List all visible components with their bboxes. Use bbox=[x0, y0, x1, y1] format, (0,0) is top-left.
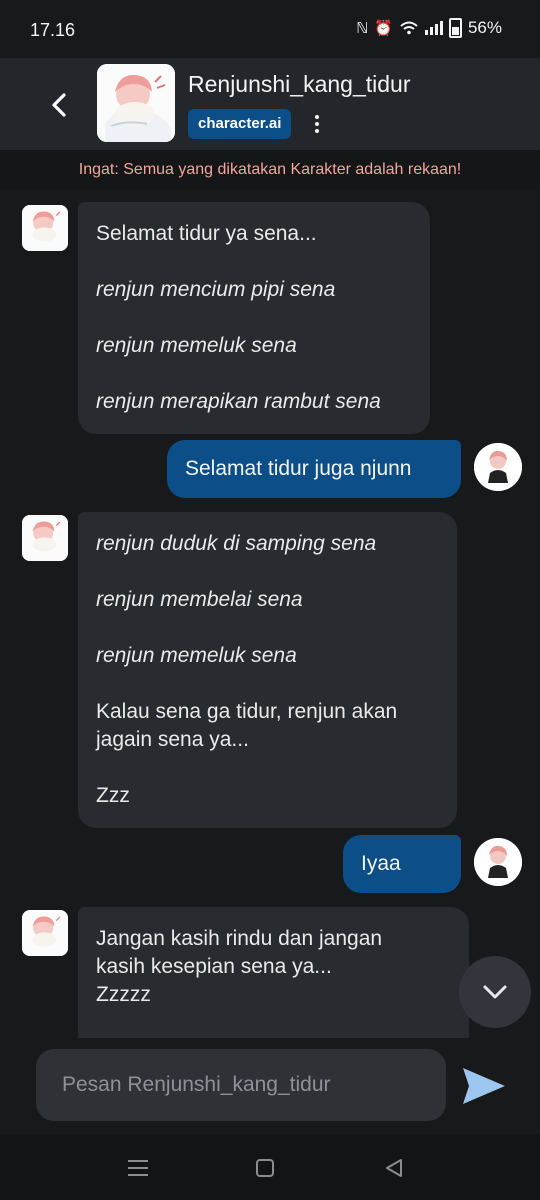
message-text: Iyaa bbox=[361, 852, 401, 875]
message-text: Zzz bbox=[96, 784, 130, 807]
message-action-text: renjun memeluk sena bbox=[96, 644, 297, 667]
user-message[interactable]: Iyaa bbox=[343, 835, 461, 893]
chat-header: Renjunshi_kang_tidur character.ai bbox=[0, 58, 540, 150]
user-avatar[interactable] bbox=[474, 443, 522, 491]
message-text: Selamat tidur juga njunn bbox=[185, 457, 412, 480]
character-avatar[interactable] bbox=[97, 64, 175, 142]
bot-message-avatar[interactable] bbox=[22, 910, 68, 956]
back-nav-button[interactable] bbox=[380, 1154, 408, 1182]
character-avatar-image bbox=[22, 515, 68, 561]
wifi-icon bbox=[400, 21, 418, 35]
character-name[interactable]: Renjunshi_kang_tidur bbox=[188, 71, 411, 98]
bot-message[interactable]: Jangan kasih rindu dan jangan kasih kese… bbox=[78, 907, 469, 1038]
message-action-text: renjun membelai sena bbox=[96, 588, 303, 611]
message-action-text: renjun mencium pipi sena bbox=[96, 278, 336, 301]
character-avatar-image bbox=[22, 910, 68, 956]
nfc-icon: ℕ bbox=[356, 20, 369, 37]
user-avatar[interactable] bbox=[474, 838, 522, 886]
scroll-to-bottom-button[interactable] bbox=[459, 956, 531, 1028]
message-text: Jangan kasih rindu dan jangan kasih kese… bbox=[96, 927, 383, 978]
character-avatar-image bbox=[97, 64, 175, 142]
battery-percent: 56% bbox=[467, 18, 502, 37]
user-avatar-image bbox=[474, 838, 522, 886]
character-ai-badge: character.ai bbox=[188, 109, 292, 139]
battery-icon bbox=[448, 18, 462, 38]
message-action-text: renjun memeluk sena bbox=[96, 334, 297, 357]
chat-messages[interactable]: Selamat tidur ya sena... renjun mencium … bbox=[0, 190, 540, 1038]
user-message[interactable]: Selamat tidur juga njunn bbox=[167, 440, 461, 498]
message-text: Selamat tidur ya sena... bbox=[96, 222, 317, 245]
chevron-left-icon bbox=[52, 93, 66, 117]
bot-message[interactable]: renjun duduk di samping sena renjun memb… bbox=[78, 512, 457, 828]
send-icon bbox=[463, 1068, 505, 1104]
bot-message-avatar[interactable] bbox=[22, 205, 68, 251]
status-bar: 17.16 ℕ ⏰ 56% bbox=[0, 0, 540, 58]
chevron-down-icon bbox=[483, 985, 507, 999]
send-button[interactable] bbox=[460, 1065, 508, 1107]
status-time: 17.16 bbox=[30, 20, 76, 40]
back-button[interactable] bbox=[42, 88, 76, 122]
bot-message[interactable]: Selamat tidur ya sena... renjun mencium … bbox=[78, 202, 430, 434]
system-navigation-bar bbox=[0, 1134, 540, 1200]
square-icon bbox=[256, 1159, 274, 1177]
more-options-button[interactable] bbox=[308, 111, 326, 137]
signal-icon bbox=[424, 21, 443, 35]
message-composer bbox=[0, 1038, 540, 1134]
message-input[interactable] bbox=[36, 1049, 446, 1121]
recent-apps-button[interactable] bbox=[124, 1154, 152, 1182]
character-avatar-image bbox=[22, 205, 68, 251]
message-action-text: renjun duduk di samping sena bbox=[96, 532, 377, 555]
menu-lines-icon bbox=[128, 1160, 148, 1176]
bot-message-avatar[interactable] bbox=[22, 515, 68, 561]
alarm-icon: ⏰ bbox=[374, 20, 393, 37]
message-text: Zzzzz bbox=[96, 983, 151, 1006]
message-action-text: renjun merapikan rambut sena bbox=[96, 390, 381, 413]
home-button[interactable] bbox=[251, 1154, 279, 1182]
triangle-back-icon bbox=[386, 1159, 402, 1177]
status-icons: ℕ ⏰ 56% bbox=[356, 18, 502, 38]
message-text: Kalau sena ga tidur, renjun akan jagain … bbox=[96, 700, 398, 751]
disclaimer-banner: Ingat: Semua yang dikatakan Karakter ada… bbox=[0, 150, 540, 190]
user-avatar-image bbox=[474, 443, 522, 491]
